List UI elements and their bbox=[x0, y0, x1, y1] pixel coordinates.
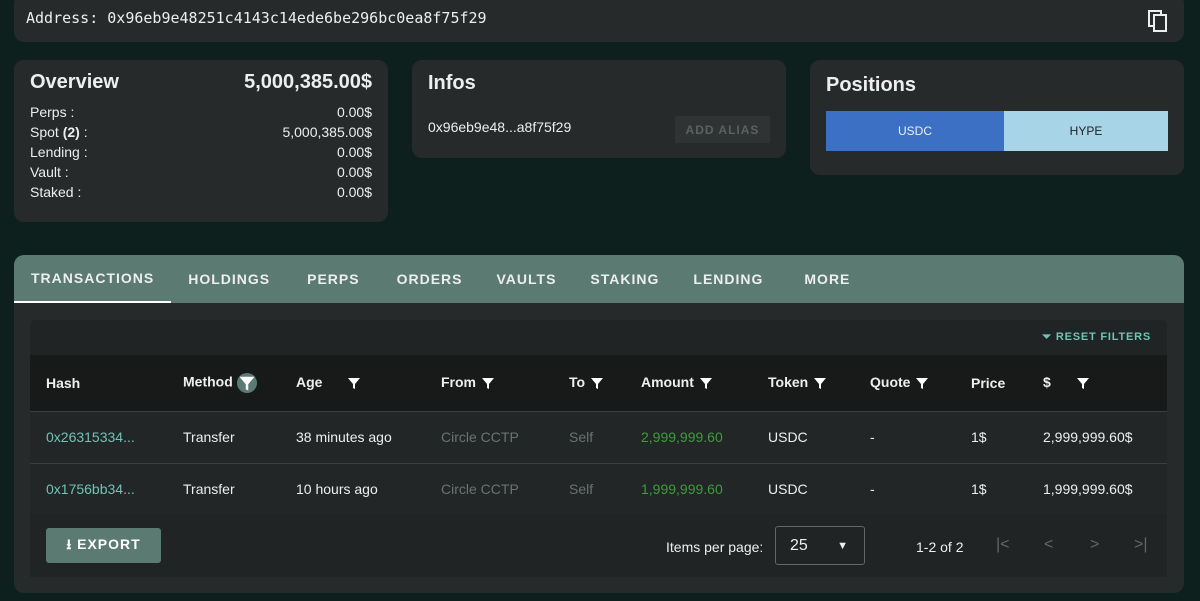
filter-icon[interactable] bbox=[698, 375, 714, 391]
tab-lending[interactable]: LENDING bbox=[676, 255, 780, 303]
cell-price: 1$ bbox=[955, 410, 1027, 463]
cell-hash[interactable]: 0x1756bb34... bbox=[30, 462, 167, 515]
download-icon: ⭳ bbox=[66, 535, 73, 552]
items-per-page-label: Items per page: bbox=[666, 539, 764, 555]
pagination-range: 1-2 of 2 bbox=[916, 539, 964, 555]
column-header: Token bbox=[752, 355, 854, 411]
cell-token: USDC bbox=[752, 410, 854, 463]
position-hype[interactable]: HYPE bbox=[1004, 111, 1168, 151]
tab-more[interactable]: MORE bbox=[780, 255, 867, 303]
cell-method: Transfer bbox=[167, 462, 280, 515]
cell-quote: - bbox=[854, 462, 955, 515]
filter-icon[interactable] bbox=[914, 375, 930, 391]
cell-age: 38 minutes ago bbox=[280, 410, 425, 463]
table-row: 0x1756bb34... Transfer 10 hours ago Circle … bbox=[30, 462, 1167, 515]
export-button[interactable]: ⭳ EXPORT bbox=[46, 528, 161, 563]
tab-holdings[interactable]: HOLDINGS bbox=[171, 255, 287, 303]
cell-price: 1$ bbox=[955, 462, 1027, 515]
tab-transactions[interactable]: TRANSACTIONS bbox=[14, 255, 172, 303]
items-per-page-select[interactable]: 25 ▼ bbox=[775, 526, 865, 565]
filter-icon[interactable] bbox=[346, 375, 362, 391]
cell-token: USDC bbox=[752, 462, 854, 515]
cell-hash[interactable]: 0x26315334... bbox=[30, 410, 167, 463]
spot-label: Spot (2) : bbox=[30, 124, 88, 140]
column-header: Quote bbox=[854, 355, 955, 411]
last-page-icon[interactable]: >| bbox=[1134, 536, 1148, 554]
cell-method: Transfer bbox=[167, 410, 280, 463]
tab-staking[interactable]: STAKING bbox=[573, 255, 676, 303]
tab-perps[interactable]: PERPS bbox=[287, 255, 379, 303]
next-page-icon[interactable]: > bbox=[1090, 536, 1099, 554]
spot-value: 5,000,385.00$ bbox=[282, 124, 372, 140]
cell-quote: - bbox=[854, 410, 955, 463]
position-usdc[interactable]: USDC bbox=[826, 111, 1004, 151]
cell-to: Self bbox=[553, 462, 625, 515]
vault-label: Vault : bbox=[30, 164, 69, 180]
vault-value: 0.00$ bbox=[336, 164, 372, 180]
filter-icon[interactable] bbox=[589, 375, 605, 391]
cell-to: Self bbox=[553, 410, 625, 463]
infos-title: Infos bbox=[428, 72, 476, 94]
hash-link[interactable]: 0x1756bb34... bbox=[46, 481, 135, 497]
column-header: $ bbox=[1027, 355, 1167, 411]
cell-usd: 1,999,999.60$ bbox=[1027, 462, 1167, 515]
column-header: Age bbox=[280, 355, 425, 411]
address-value: 0x96eb9e48251c4143c14ede6be296bc0ea8f75f… bbox=[107, 9, 487, 27]
address-label: Address: bbox=[26, 9, 99, 27]
transactions-panel: TRANSACTIONS HOLDINGS PERPS ORDERS VAULT… bbox=[14, 255, 1184, 593]
chevron-down-icon: ▼ bbox=[837, 540, 848, 552]
cell-amount: 1,999,999.60 bbox=[625, 462, 752, 515]
cell-from: Circle CCTP bbox=[425, 410, 553, 463]
table-container: ⏷ RESET FILTERS Hash Method Age From To Amoun… bbox=[30, 320, 1167, 577]
first-page-icon[interactable]: |< bbox=[996, 536, 1010, 554]
column-header: Price bbox=[955, 355, 1027, 411]
tab-orders[interactable]: ORDERS bbox=[380, 255, 480, 303]
overview-title: Overview bbox=[30, 71, 119, 93]
tab-bar: TRANSACTIONS HOLDINGS PERPS ORDERS VAULT… bbox=[14, 255, 1184, 303]
tab-vaults[interactable]: VAULTS bbox=[480, 255, 574, 303]
cell-age: 10 hours ago bbox=[280, 462, 425, 515]
cell-amount: 2,999,999.60 bbox=[625, 410, 752, 463]
address-bar: Address: 0x96eb9e48251c4143c14ede6be296b… bbox=[14, 0, 1184, 42]
hash-link[interactable]: 0x26315334... bbox=[46, 429, 135, 445]
table-footer: ⭳ EXPORT Items per page: 25 ▼ 1-2 of 2 |<… bbox=[30, 514, 1167, 577]
positions-card: Positions USDC HYPE bbox=[810, 60, 1184, 175]
table-row: 0x26315334... Transfer 38 minutes ago Circl… bbox=[30, 410, 1167, 463]
column-header: Amount bbox=[625, 355, 752, 411]
filter-icon[interactable] bbox=[1075, 375, 1091, 391]
perps-value: 0.00$ bbox=[336, 104, 372, 120]
cell-usd: 2,999,999.60$ bbox=[1027, 410, 1167, 463]
reset-filters-button[interactable]: ⏷ RESET FILTERS bbox=[1042, 331, 1151, 344]
filter-icon[interactable] bbox=[236, 372, 257, 393]
column-header: From bbox=[425, 355, 553, 411]
filter-icon[interactable] bbox=[812, 375, 828, 391]
infos-card: Infos 0x96eb9e48...a8f75f29 ADD ALIAS bbox=[412, 60, 786, 158]
staked-label: Staked : bbox=[30, 184, 82, 200]
positions-title: Positions bbox=[826, 74, 917, 96]
transactions-table: Hash Method Age From To Amount Token Quote Price… bbox=[30, 355, 1167, 515]
add-alias-button[interactable]: ADD ALIAS bbox=[675, 116, 770, 143]
column-header: Hash bbox=[30, 355, 167, 411]
overview-total: 5,000,385.00$ bbox=[244, 71, 372, 93]
lending-value: 0.00$ bbox=[336, 144, 372, 160]
filter-icon[interactable] bbox=[480, 375, 496, 391]
copy-icon[interactable] bbox=[1148, 10, 1168, 32]
lending-label: Lending : bbox=[30, 144, 88, 160]
overview-card: Overview 5,000,385.00$ Perps : 0.00$ Spot … bbox=[14, 60, 388, 222]
column-header: To bbox=[553, 355, 625, 411]
prev-page-icon[interactable]: < bbox=[1044, 536, 1053, 554]
cell-from: Circle CCTP bbox=[425, 462, 553, 515]
perps-label: Perps : bbox=[30, 104, 75, 120]
column-header: Method bbox=[167, 355, 280, 411]
staked-value: 0.00$ bbox=[336, 184, 372, 200]
